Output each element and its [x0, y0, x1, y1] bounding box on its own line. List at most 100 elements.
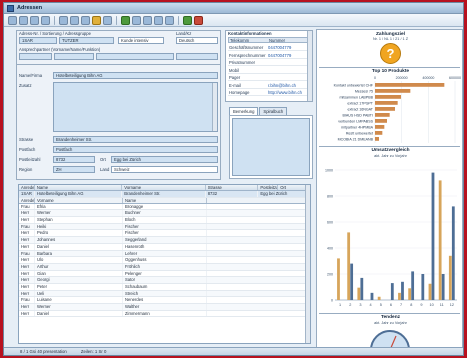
export-icon[interactable]	[121, 15, 130, 25]
refresh-icon[interactable]	[165, 15, 174, 25]
grid-rows: Frau Efria Bronagge Herr Werner Buchner Herr St…	[19, 203, 310, 318]
x-tick-label: 2	[349, 303, 351, 307]
group-select[interactable]: Kunde intensiv	[118, 37, 164, 44]
open-icon[interactable]	[19, 15, 28, 25]
y-tick-label: 0	[331, 299, 333, 303]
land-select[interactable]: Schweiz	[111, 166, 218, 173]
plz-field[interactable]: 8732	[53, 156, 95, 163]
paste-icon[interactable]	[70, 15, 79, 25]
subcol-name[interactable]: Vorname	[35, 197, 123, 203]
zusatz-scrollbar[interactable]	[212, 83, 217, 131]
cell-name: Werner	[35, 304, 123, 310]
save-icon[interactable]	[30, 15, 39, 25]
zusatz-textarea[interactable]	[53, 82, 218, 132]
col-name[interactable]: Name	[35, 185, 123, 190]
bar	[375, 113, 390, 117]
adr-nr-field[interactable]: 1SAR	[19, 37, 57, 44]
subcol-anrede[interactable]: Anrede	[19, 197, 35, 203]
print-icon[interactable]	[41, 15, 50, 25]
region-field[interactable]: ZH	[53, 166, 95, 173]
table-row[interactable]: Frau Efria Bronagge	[19, 203, 310, 211]
contact-info-row[interactable]: Homepage http://www.bihn.ch	[228, 89, 310, 96]
ort-label: Ort	[100, 157, 106, 162]
table-row[interactable]: Herr Arthur Fröhlich	[19, 263, 310, 271]
cell-anrede: Herr	[19, 210, 35, 217]
phone-icon[interactable]	[103, 15, 112, 25]
table-row[interactable]: Frau Barbara Lehrer	[19, 250, 310, 258]
table-row[interactable]: Herr Daniel Zimmermann	[19, 310, 310, 318]
dashboard-panel: Zahlungsziel Nr. 1 / NL 1 / 21 / 1 Z ? T…	[316, 29, 463, 350]
table-row[interactable]: Frau Heiki Fischer	[19, 223, 310, 231]
table-row[interactable]: Herr Georgi Sator	[19, 277, 310, 284]
tab-bemerkung[interactable]: Bemerkung	[229, 107, 259, 115]
toolbar	[4, 14, 463, 27]
salutation-field[interactable]	[19, 53, 52, 60]
x-tick-label: 8	[410, 303, 412, 307]
x-tick-label: 10	[429, 303, 433, 307]
sort-field[interactable]: TUTZER	[59, 37, 114, 44]
table-row[interactable]: Herr Peter Schaubaum	[19, 283, 310, 291]
col-anrede[interactable]: Anrede	[19, 185, 35, 190]
info-icon[interactable]	[194, 15, 203, 25]
language-select[interactable]: Deutsch	[176, 37, 218, 44]
cell-vorname: Sator	[123, 277, 207, 283]
find-icon[interactable]	[81, 15, 90, 25]
tab-spiralbuch[interactable]: Spiralbuch	[259, 107, 288, 115]
col-plz[interactable]: Postleitzahl	[258, 185, 279, 190]
table-row[interactable]: 1SAR Hotelbeteiligung Bihn AG Brandenhei…	[19, 191, 310, 198]
notes-textarea[interactable]	[232, 118, 310, 176]
toolbar-separator	[54, 15, 55, 25]
table-row[interactable]: Herr Gian Pelenger	[19, 270, 310, 278]
y-tick-label: 600	[327, 221, 333, 225]
table-row[interactable]: Herr Werner Walther	[19, 304, 310, 311]
table-row[interactable]: Herr Ulo Oggenhuss	[19, 257, 310, 264]
lastname-field[interactable]	[96, 53, 174, 60]
table-row[interactable]: Herr Ueli Streich	[19, 290, 310, 298]
table-row[interactable]: Herr Johannes Seggerland	[19, 237, 310, 244]
strasse-field[interactable]: Brandenheimer Str.	[53, 136, 218, 143]
contact-scrollbar[interactable]	[307, 31, 312, 101]
x-tick-label: 12	[450, 303, 454, 307]
col-strasse[interactable]: Strasse	[206, 185, 259, 190]
copy-icon[interactable]	[59, 15, 68, 25]
col-vorname[interactable]: Vorname	[122, 185, 206, 190]
ort-field[interactable]: Egg bei Zürich	[111, 156, 218, 163]
chart-icon[interactable]	[143, 15, 152, 25]
contact-info-row[interactable]: Pager	[228, 74, 310, 81]
cell-anrede: Frau	[19, 203, 35, 210]
cell-anrede: Herr	[19, 277, 35, 283]
zahlungsziel-section: Zahlungsziel Nr. 1 / NL 1 / 21 / 1 Z ?	[317, 32, 463, 64]
name-field[interactable]: Hotelbeteiligung Bihn AG	[53, 72, 218, 79]
cell-ort: Egg bei Zürich	[258, 191, 310, 197]
contact-info-row[interactable]: Privatnummer	[228, 59, 310, 66]
contact-info-row[interactable]: E-mail r.bihn@bihn.ch	[228, 82, 310, 89]
grid-scrollbar[interactable]	[305, 185, 310, 343]
import-icon[interactable]	[132, 15, 141, 25]
function-field[interactable]	[176, 53, 218, 60]
postfach-label: Postfach	[19, 147, 36, 152]
strasse-label: Strasse	[19, 137, 34, 142]
zahlungsziel-subtitle: Nr. 1 / NL 1 / 21 / 1 Z	[372, 37, 409, 41]
ok-icon[interactable]	[183, 15, 192, 25]
address-header-label: Adress-Nr. / Sortierung / Adressgruppe	[19, 31, 91, 36]
table-row[interactable]: Herr Daniel Hasenroth	[19, 243, 310, 251]
bar	[408, 288, 412, 300]
contact-info-row[interactable]: Geschäftsnummer 0447004779	[228, 44, 310, 51]
settings-icon[interactable]	[154, 15, 163, 25]
cell-vorname: Brandenheimer Str.	[122, 191, 206, 197]
table-row[interactable]: Herr Werner Buchner	[19, 210, 310, 218]
postfach-field[interactable]: Postfach	[53, 146, 218, 153]
table-row[interactable]: Herr Pedro Fischer	[19, 230, 310, 238]
table-row[interactable]: Herr Stephan Bloch	[19, 217, 310, 224]
bar-label: Kontakt unbewertet CHF	[334, 84, 374, 88]
contact-info-row[interactable]: Mobil	[228, 67, 310, 74]
firstname-field[interactable]	[54, 53, 94, 60]
region-label: Region	[19, 167, 33, 172]
contact-info-row[interactable]: Fernsprechnummer 0447004779	[228, 52, 310, 59]
table-row[interactable]: Frau Luisane Nenerdes	[19, 297, 310, 304]
subcol-vorname[interactable]: Name	[123, 197, 207, 203]
new-icon[interactable]	[8, 15, 17, 25]
y-tick-label: 200	[327, 273, 333, 277]
mail-icon[interactable]	[92, 15, 101, 25]
zusatz-label: Zusatz	[19, 83, 32, 88]
